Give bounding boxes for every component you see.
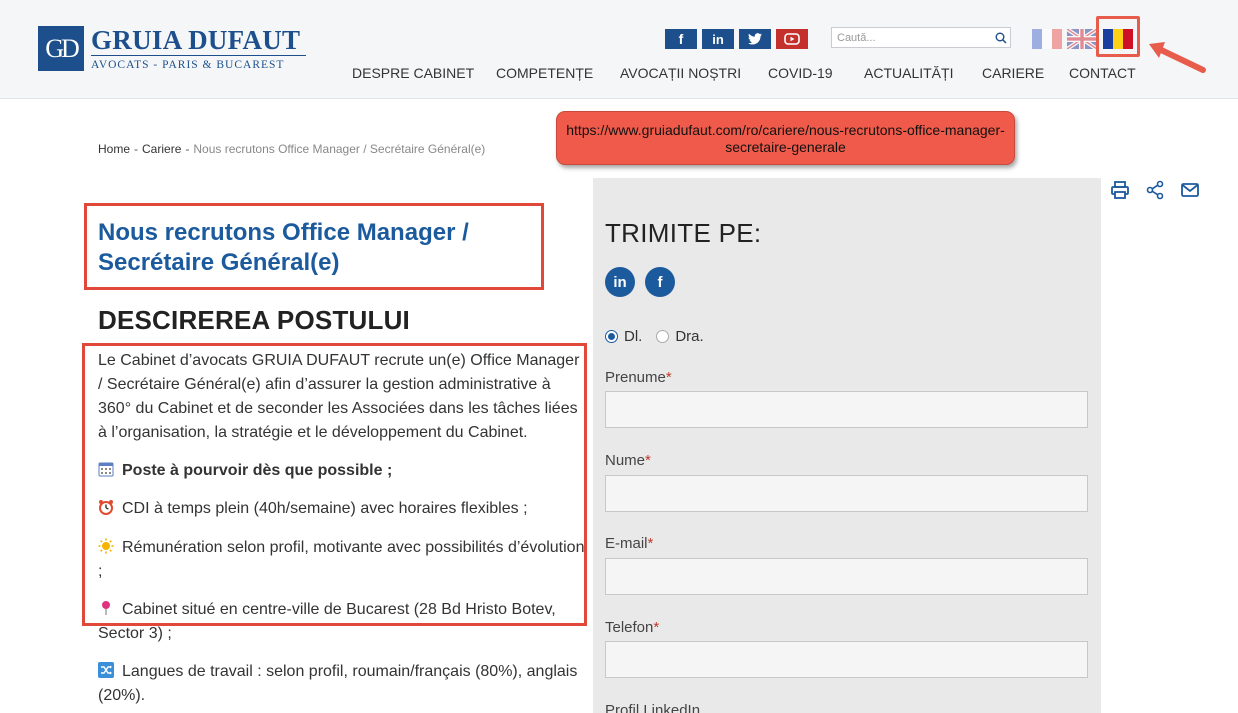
flag-en-icon[interactable] bbox=[1065, 27, 1099, 51]
linkedin-share-icon[interactable]: in bbox=[605, 267, 635, 297]
share-icon[interactable] bbox=[1145, 180, 1165, 200]
search-box bbox=[831, 27, 1011, 48]
nav-despre-cabinet[interactable]: DESPRE CABINET bbox=[352, 65, 474, 81]
facebook-icon[interactable]: f bbox=[665, 29, 697, 49]
site-logo[interactable]: GD GRUIA DUFAUT AVOCATS - PARIS & BUCARE… bbox=[38, 26, 306, 71]
annotation-highlight-flag bbox=[1096, 16, 1140, 57]
nume-label: Nume* bbox=[605, 452, 651, 469]
url-annotation: https://www.gruiadufaut.com/ro/cariere/n… bbox=[556, 111, 1015, 165]
nav-competente[interactable]: COMPETENȚE bbox=[496, 65, 593, 81]
search-icon[interactable] bbox=[992, 32, 1010, 44]
email-icon[interactable] bbox=[1180, 180, 1200, 200]
nav-contact[interactable]: CONTACT bbox=[1069, 65, 1136, 81]
social-links: f in bbox=[665, 29, 808, 49]
linkedin-icon[interactable]: in bbox=[702, 29, 734, 49]
nav-avocatii-nostri[interactable]: AVOCAȚII NOȘTRI bbox=[620, 65, 741, 81]
salutation-radio-group: Dl. Dra. bbox=[605, 328, 718, 345]
nume-field[interactable] bbox=[605, 475, 1088, 512]
radio-dl[interactable] bbox=[605, 330, 618, 343]
breadcrumb-home[interactable]: Home bbox=[98, 142, 130, 156]
email-label: E-mail* bbox=[605, 535, 654, 552]
radio-dra[interactable] bbox=[656, 330, 670, 343]
prenume-field[interactable] bbox=[605, 391, 1088, 428]
nav-covid-19[interactable]: COVID-19 bbox=[768, 65, 833, 81]
shuffle-icon bbox=[98, 662, 114, 678]
breadcrumb-cariere[interactable]: Cariere bbox=[142, 142, 181, 156]
section-heading: DESCIREREA POSTULUI bbox=[98, 305, 410, 335]
annotation-arrow-icon bbox=[1149, 42, 1206, 73]
logo-subtitle: AVOCATS - PARIS & BUCAREST bbox=[91, 59, 285, 71]
annotation-highlight-title bbox=[84, 203, 544, 290]
logo-mark: GD bbox=[38, 26, 84, 71]
prenume-label: Prenume* bbox=[605, 369, 672, 386]
nav-cariere[interactable]: CARIERE bbox=[982, 65, 1044, 81]
linkedin-profile-label: Profil LinkedIn bbox=[605, 702, 701, 713]
site-header: GD GRUIA DUFAUT AVOCATS - PARIS & BUCARE… bbox=[0, 0, 1238, 99]
form-title: TRIMITE PE: bbox=[605, 218, 762, 248]
twitter-icon[interactable] bbox=[739, 29, 771, 49]
facebook-share-icon[interactable]: f bbox=[645, 267, 675, 297]
youtube-icon[interactable] bbox=[776, 29, 808, 49]
radio-dl-label: Dl. bbox=[624, 328, 643, 345]
annotation-highlight-description bbox=[82, 343, 587, 626]
logo-name: GRUIA DUFAUT bbox=[91, 25, 301, 55]
email-field[interactable] bbox=[605, 558, 1088, 595]
search-input[interactable] bbox=[832, 31, 992, 44]
radio-dra-label: Dra. bbox=[675, 328, 704, 345]
application-form-panel: TRIMITE PE: in f Dl. Dra. Prenume* Nume*… bbox=[593, 178, 1101, 713]
telefon-field[interactable] bbox=[605, 641, 1088, 678]
flag-fr-icon[interactable] bbox=[1032, 29, 1062, 49]
print-icon[interactable] bbox=[1110, 180, 1130, 200]
breadcrumb-current: Nous recrutons Office Manager / Secrétai… bbox=[193, 142, 486, 156]
telefon-label: Telefon* bbox=[605, 619, 660, 636]
bullet-languages: Langues de travail : selon profil, rouma… bbox=[98, 662, 578, 704]
nav-actualitati[interactable]: ACTUALITĂȚI bbox=[864, 65, 953, 81]
breadcrumb: Home - Cariere - Nous recrutons Office Manag… bbox=[98, 142, 486, 156]
